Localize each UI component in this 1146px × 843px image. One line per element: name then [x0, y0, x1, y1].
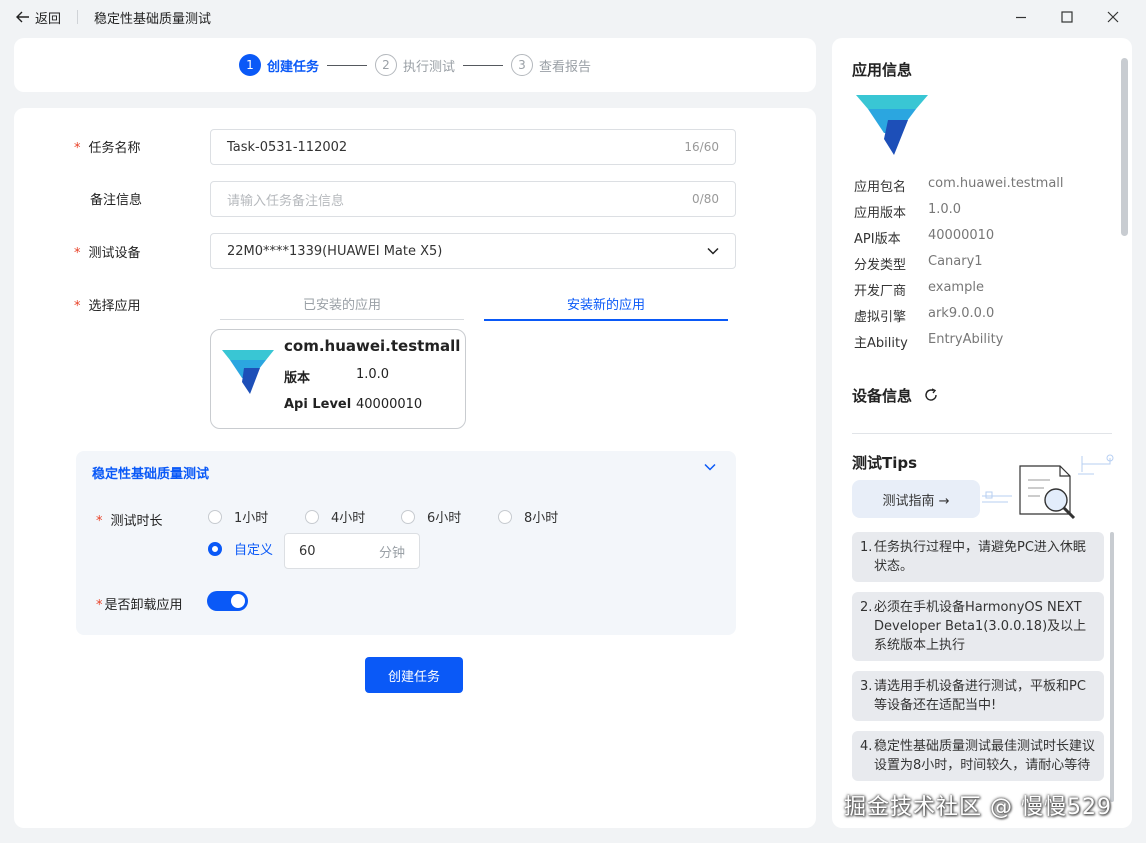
test-guide-button[interactable]: 测试指南 →: [852, 480, 980, 518]
device-label: * 测试设备: [74, 246, 141, 261]
remark-placeholder: 请输入任务备注信息: [227, 193, 345, 209]
remark-input[interactable]: 请输入任务备注信息 0/80: [210, 181, 736, 217]
info-row-distribution: 分发类型 Canary1: [854, 254, 983, 273]
custom-duration-value: 60: [299, 543, 316, 559]
char-counter: 16/60: [684, 140, 719, 154]
step-run-test: 2 执行测试: [374, 54, 455, 76]
stepper: 1 创建任务 2 执行测试 3 查看报告: [14, 38, 816, 92]
minimize-button[interactable]: [998, 0, 1044, 34]
duration-option-4h[interactable]: 4小时: [305, 507, 365, 526]
radio-dot: [208, 541, 222, 556]
app-logo-icon: [856, 95, 928, 155]
device-value: 22M0****1339(HUAWEI Mate X5): [227, 243, 443, 259]
radio-dot: [401, 509, 415, 524]
required-mark: *: [74, 246, 81, 261]
minimize-icon: [1016, 16, 1026, 19]
step-label: 创建任务: [266, 59, 319, 75]
duration-option-8h[interactable]: 8小时: [498, 507, 558, 526]
title-divider: [77, 10, 79, 24]
info-row-ability: 主Ability EntryAbility: [854, 332, 1004, 351]
arrow-left-icon: [16, 11, 29, 23]
duration-option-1h[interactable]: 1小时: [208, 507, 268, 526]
tip-item: 2. 必须在手机设备HarmonyOS NEXT Developer Beta1(…: [852, 592, 1104, 661]
app-logo-icon: [222, 350, 274, 394]
tip-item: 3. 请选用手机设备进行测试，平板和PC等设备还在适配当中!: [852, 671, 1104, 721]
custom-duration-unit: 分钟: [378, 545, 405, 561]
task-name-value: Task-0531-112002: [227, 139, 348, 155]
tips-scrollbar[interactable]: [1110, 532, 1114, 802]
watermark: 掘金技术社区 @ 慢慢529: [844, 795, 1112, 820]
duration-label: * 测试时长: [96, 514, 163, 529]
task-name-input[interactable]: Task-0531-112002 16/60: [210, 129, 736, 165]
required-mark: *: [74, 141, 81, 156]
tab-install-new-app[interactable]: 安装新的应用: [484, 294, 728, 321]
task-name-label: * 任务名称: [74, 141, 141, 156]
side-panel: 应用信息 应用包名 com.huawei.testmall 应用版本 1.0.0 A…: [832, 38, 1132, 828]
step-connector: [463, 64, 503, 66]
step-number: 3: [511, 54, 533, 76]
step-number: 1: [238, 54, 261, 76]
app-info-title: 应用信息: [852, 61, 913, 79]
device-info-title: 设备信息: [852, 387, 913, 405]
side-scrollbar[interactable]: [1121, 58, 1128, 236]
app-package-name: com.huawei.testmall: [284, 337, 461, 355]
title-bar: 返回 稳定性基础质量测试: [0, 0, 1146, 34]
required-mark: *: [96, 514, 103, 529]
toggle-knob: [231, 594, 245, 608]
maximize-button[interactable]: [1044, 0, 1090, 34]
back-button[interactable]: 返回: [16, 8, 61, 27]
tab-installed-apps[interactable]: 已安装的应用: [220, 294, 464, 320]
duration-option-custom[interactable]: 自定义: [208, 539, 273, 558]
uninstall-label: * 是否卸载应用: [96, 598, 183, 613]
create-task-button[interactable]: 创建任务: [365, 657, 463, 693]
app-label: * 选择应用: [74, 299, 141, 314]
task-form: * 任务名称 Task-0531-112002 16/60 备注信息 请输入任务备…: [14, 108, 816, 828]
tip-item: 1. 任务执行过程中，请避免PC进入休眠状态。: [852, 532, 1104, 582]
chevron-down-icon: [707, 247, 719, 255]
close-icon: [1107, 11, 1119, 23]
section-divider: [852, 433, 1112, 434]
tip-item: 4. 稳定性基础质量测试最佳测试时长建议设置为8小时，时间较久，请耐心等待: [852, 731, 1104, 781]
radio-dot: [208, 509, 222, 524]
panel-title: 稳定性基础质量测试: [92, 467, 210, 482]
char-counter: 0/80: [692, 192, 719, 206]
step-connector: [326, 64, 367, 66]
uninstall-toggle[interactable]: [207, 591, 248, 611]
maximize-icon: [1061, 11, 1073, 23]
step-number: 2: [374, 54, 397, 76]
required-mark: *: [96, 598, 103, 613]
remark-label: 备注信息: [90, 193, 143, 208]
app-version-value: 1.0.0: [356, 367, 390, 382]
refresh-icon[interactable]: [924, 388, 938, 402]
collapse-chevron-icon[interactable]: [704, 463, 716, 471]
step-label: 查看报告: [539, 59, 592, 75]
device-select[interactable]: 22M0****1339(HUAWEI Mate X5): [210, 233, 736, 269]
step-view-report: 3 查看报告: [511, 54, 591, 76]
info-row-engine: 虚拟引擎 ark9.0.0.0: [854, 306, 995, 325]
info-row-package: 应用包名 com.huawei.testmall: [854, 176, 1064, 195]
radio-dot: [305, 509, 319, 524]
window-title: 稳定性基础质量测试: [94, 11, 212, 27]
custom-duration-input[interactable]: 60 分钟: [284, 533, 420, 569]
test-config-panel: 稳定性基础质量测试 * 测试时长 1小时 4小时 6小时 8小时 自定义 60 分…: [76, 451, 736, 635]
radio-dot: [498, 509, 512, 524]
required-mark: *: [74, 299, 81, 314]
back-label: 返回: [35, 11, 62, 27]
window-controls: [998, 0, 1136, 34]
app-version-label: 版本: [284, 371, 311, 386]
info-row-api: API版本 40000010: [854, 228, 995, 247]
info-row-version: 应用版本 1.0.0: [854, 202, 962, 221]
tips-title: 测试Tips: [852, 454, 918, 472]
step-label: 执行测试: [402, 59, 455, 75]
close-button[interactable]: [1090, 0, 1136, 34]
document-search-illustration: [982, 454, 1114, 520]
app-api-label: Api Level: [284, 397, 352, 412]
app-api-value: 40000010: [356, 397, 423, 412]
app-card[interactable]: com.huawei.testmall 版本 1.0.0 Api Level 4…: [210, 329, 466, 429]
step-create-task: 1 创建任务: [238, 54, 319, 76]
duration-option-6h[interactable]: 6小时: [401, 507, 461, 526]
info-row-vendor: 开发厂商 example: [854, 280, 984, 299]
